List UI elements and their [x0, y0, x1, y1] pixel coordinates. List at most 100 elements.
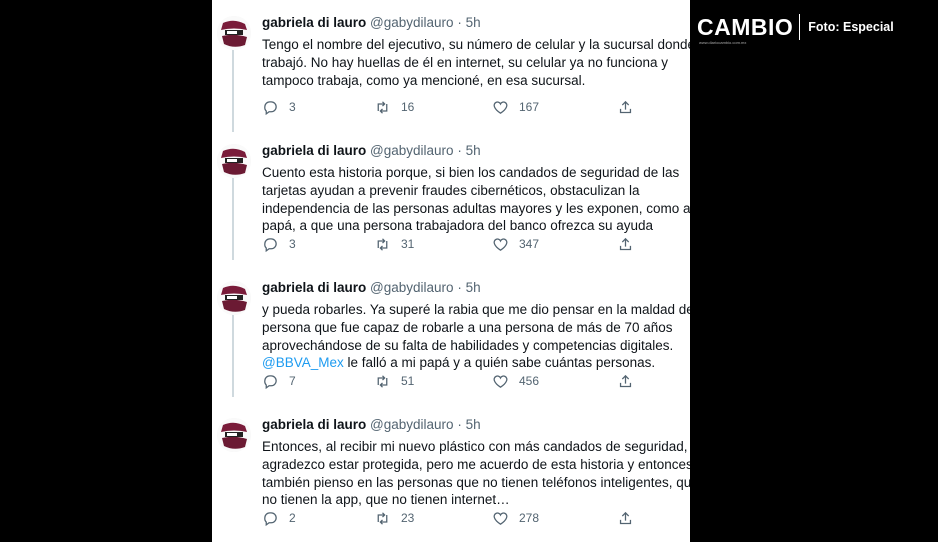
tweet-actions: 2 23 278 [262, 508, 642, 528]
retweet-count: 31 [401, 237, 415, 251]
thread-connector [232, 46, 234, 132]
tweet-line-rest: le falló a mi papá y a quién sabe cuánta… [343, 355, 656, 371]
reply-icon [264, 100, 277, 115]
tweet-header: gabriela di lauro @gabydilauro · 5h [262, 15, 481, 30]
tweet-text: Tengo el nombre del ejecutivo, su número… [262, 36, 690, 89]
like-count: 278 [519, 511, 540, 525]
tweet-header: gabriela di lauro @gabydilauro · 5h [262, 280, 481, 295]
thread-connector [232, 174, 234, 260]
share-icon [619, 374, 632, 387]
reply-icon [264, 511, 277, 526]
retweet-icon [377, 100, 388, 114]
tweet-line: tarjetas ayudan a prevenir fraudes ciber… [262, 182, 640, 198]
tweet-text: y pueda robarles. Ya superé la rabia que… [262, 301, 690, 372]
author-handle[interactable]: @gabydilauro [370, 417, 454, 432]
reply-count: 7 [289, 374, 296, 388]
reply-icon [264, 237, 277, 252]
tweet-line: independencia de las personas adultas ma… [262, 200, 690, 216]
timestamp[interactable]: 5h [466, 280, 481, 295]
tweet-line: @BBVA_Mex le falló a mi papá y a quién s… [262, 354, 690, 372]
avatar[interactable] [217, 144, 251, 178]
tweet-line: agradezco estar protegida, pero me acuer… [262, 456, 690, 472]
reply-button[interactable]: 3 [262, 97, 296, 117]
tweet[interactable]: gabriela di lauro @gabydilauro · 5h y pu… [212, 265, 690, 402]
timestamp[interactable]: 5h [466, 15, 481, 30]
timestamp[interactable]: 5h [466, 417, 481, 432]
author-name[interactable]: gabriela di lauro [262, 417, 366, 432]
retweet-icon [377, 374, 388, 388]
author-name[interactable]: gabriela di lauro [262, 15, 366, 30]
author-name[interactable]: gabriela di lauro [262, 280, 366, 295]
tweet-text: Entonces, al recibir mi nuevo plástico c… [262, 438, 690, 509]
retweet-icon [377, 511, 388, 525]
reply-button[interactable]: 2 [262, 508, 296, 528]
share-button[interactable] [617, 371, 644, 391]
like-count: 456 [519, 374, 540, 388]
retweet-icon [377, 237, 388, 251]
retweet-button[interactable]: 31 [374, 234, 414, 254]
share-button[interactable] [617, 234, 644, 254]
tweet-line: y pueda robarles. Ya superé la rabia que… [262, 302, 690, 317]
tweet-header: gabriela di lauro @gabydilauro · 5h [262, 143, 481, 158]
retweet-button[interactable]: 51 [374, 371, 414, 391]
like-button[interactable]: 278 [492, 508, 539, 528]
brand-divider [799, 14, 801, 40]
separator-dot: · [457, 417, 462, 432]
retweet-button[interactable]: 23 [374, 508, 414, 528]
like-icon [493, 511, 508, 525]
like-button[interactable]: 456 [492, 371, 539, 391]
tweet-line: papá, a que una persona trabajadora del … [262, 218, 654, 234]
retweet-count: 16 [401, 100, 415, 114]
like-icon [493, 100, 508, 114]
tweet-line: persona que fue capaz de robarle a una p… [262, 319, 673, 335]
photo-credit: Foto: Especial [808, 20, 894, 34]
reply-icon [264, 374, 277, 389]
share-icon [619, 100, 632, 113]
share-button[interactable] [617, 508, 644, 528]
avatar[interactable] [217, 16, 251, 50]
tweet-line: tampoco trabaja, como ya mencioné, en es… [262, 72, 586, 88]
tweet-line: Tengo el nombre del ejecutivo, su número… [262, 37, 690, 52]
separator-dot: · [457, 143, 462, 158]
tweet-line: Cuento esta historia porque, si bien los… [262, 165, 680, 180]
reply-count: 3 [289, 100, 296, 114]
author-handle[interactable]: @gabydilauro [370, 15, 454, 30]
mention-link[interactable]: @BBVA_Mex [262, 355, 344, 370]
author-handle[interactable]: @gabydilauro [370, 280, 454, 295]
share-button[interactable] [617, 97, 644, 117]
like-icon [493, 374, 508, 388]
tweet[interactable]: gabriela di lauro @gabydilauro · 5h Ento… [212, 402, 690, 539]
timestamp[interactable]: 5h [466, 143, 481, 158]
like-button[interactable]: 167 [492, 97, 539, 117]
tweet[interactable]: gabriela di lauro @gabydilauro · 5h Cuen… [212, 128, 690, 265]
like-button[interactable]: 347 [492, 234, 539, 254]
tweet-header: gabriela di lauro @gabydilauro · 5h [262, 417, 481, 432]
retweet-button[interactable]: 16 [374, 97, 414, 117]
tweet-line: trabajó. No hay huellas de él en interne… [262, 54, 669, 70]
author-handle[interactable]: @gabydilauro [370, 143, 454, 158]
tweet-line: Entonces, al recibir mi nuevo plástico c… [262, 439, 688, 454]
tweet-text: Cuento esta historia porque, si bien los… [262, 164, 690, 235]
retweet-count: 51 [401, 374, 415, 388]
tweet-thread-panel: gabriela di lauro @gabydilauro · 5h Teng… [212, 0, 690, 542]
tweet[interactable]: gabriela di lauro @gabydilauro · 5h Teng… [212, 0, 690, 137]
author-name[interactable]: gabriela di lauro [262, 143, 366, 158]
tweet-line: aprovechándose de su falta de habilidade… [262, 337, 674, 353]
reply-count: 2 [289, 511, 296, 525]
reply-count: 3 [289, 237, 296, 251]
like-icon [493, 237, 508, 251]
reply-button[interactable]: 3 [262, 234, 296, 254]
thread-connector [232, 311, 234, 397]
tweet-actions: 7 51 456 [262, 371, 642, 391]
share-icon [619, 237, 632, 250]
reply-button[interactable]: 7 [262, 371, 296, 391]
avatar[interactable] [217, 418, 251, 452]
like-count: 347 [519, 237, 540, 251]
share-icon [619, 511, 632, 524]
cambio-logo: CAMBIO [697, 13, 794, 40]
tweet-actions: 3 31 347 [262, 234, 642, 254]
retweet-count: 23 [401, 511, 415, 525]
avatar[interactable] [217, 281, 251, 315]
brand-watermark: CAMBIO www.diariocambio.com.mx Foto: Esp… [697, 12, 894, 46]
logo-url: www.diariocambio.com.mx [699, 40, 747, 45]
